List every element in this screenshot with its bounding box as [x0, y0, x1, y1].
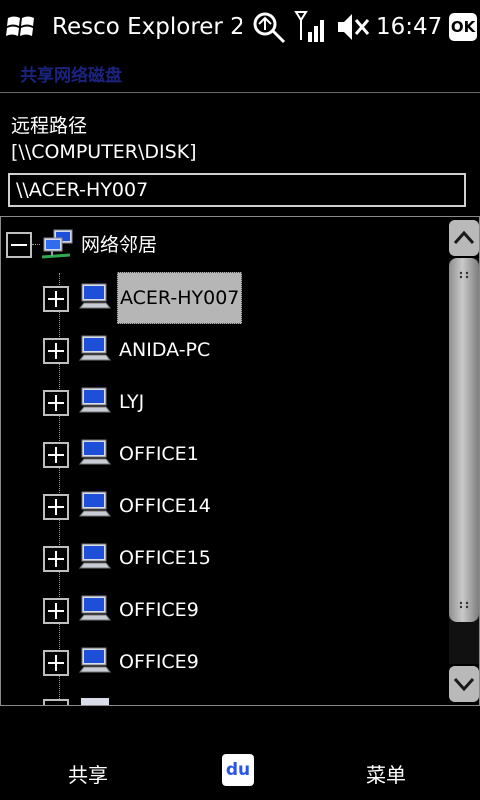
computer-icon: [78, 283, 112, 309]
tree-item-label: OFFICE14: [119, 495, 211, 517]
computer-icon: [78, 595, 112, 621]
expand-toggle[interactable]: [43, 286, 69, 312]
expand-toggle[interactable]: [43, 442, 69, 468]
computer-icon: [78, 439, 112, 465]
app-title: Resco Explorer 20: [52, 14, 242, 40]
expand-toggle[interactable]: [43, 546, 69, 572]
tree-item-label: ACER-HY007: [117, 272, 243, 324]
computer-icon: [78, 491, 112, 517]
tree-item-label: ANIDA-PC: [119, 339, 211, 361]
tree-item[interactable]: OFFICE15: [1, 532, 441, 584]
expand-toggle[interactable]: [43, 650, 69, 676]
expand-toggle[interactable]: [43, 699, 69, 705]
tree-item[interactable]: OFFICE14: [1, 480, 441, 532]
ok-button[interactable]: OK: [449, 13, 477, 41]
tree-item[interactable]: ACER-HY007: [1, 272, 441, 324]
softkey-bar: 共享 du 菜单: [0, 706, 480, 800]
expand-toggle[interactable]: [43, 338, 69, 364]
tree-item[interactable]: OFFICE9: [1, 636, 441, 688]
share-softkey[interactable]: 共享: [68, 760, 108, 790]
tree-item-label: OFFICE15: [119, 547, 211, 569]
tree-item-label: OFFICE1: [119, 443, 199, 465]
computer-icon: [78, 335, 112, 361]
scrollbar-thumb[interactable]: [449, 258, 479, 622]
path-format-hint: [\\COMPUTER\DISK]: [11, 141, 197, 163]
tree-item-label: OFFICE9: [119, 599, 199, 621]
expand-toggle[interactable]: [43, 598, 69, 624]
volume-muted-icon[interactable]: [336, 8, 370, 46]
windows-start-icon[interactable]: [6, 12, 36, 42]
remote-path-input[interactable]: [8, 173, 466, 207]
collapse-toggle[interactable]: [6, 232, 32, 258]
network-tree[interactable]: 网络邻居 ACER-HY007 ANIDA-PC LYJ OFFICE1 OFF…: [0, 216, 480, 706]
network-neighborhood-icon: [41, 229, 73, 259]
expand-toggle[interactable]: [43, 494, 69, 520]
scroll-up-button[interactable]: [449, 220, 479, 256]
computer-icon: [78, 543, 112, 569]
grip-icon: [459, 601, 469, 609]
tree-item-label: OFFICE9: [119, 651, 199, 673]
scroll-down-button[interactable]: [449, 666, 479, 702]
title-bar: Resco Explorer 20 16:47 OK: [0, 0, 480, 54]
tree-item[interactable]: ANIDA-PC: [1, 324, 441, 376]
signal-strength-icon[interactable]: [294, 8, 330, 46]
remote-path-label: 远程路径: [11, 115, 88, 137]
network-sync-icon[interactable]: [250, 8, 286, 46]
tree-item[interactable]: LYJ: [1, 376, 441, 428]
tree-item[interactable]: OFFICE1: [1, 428, 441, 480]
tree-root-network-neighborhood[interactable]: 网络邻居: [1, 217, 441, 273]
expand-toggle[interactable]: [43, 390, 69, 416]
tree-item-partial[interactable]: [1, 688, 441, 705]
computer-icon: [78, 387, 112, 413]
computer-icon: [81, 698, 109, 705]
computer-icon: [78, 647, 112, 673]
du-logo-icon: du: [222, 754, 254, 786]
grip-icon: [459, 271, 469, 279]
header-divider: [0, 92, 480, 93]
menu-softkey[interactable]: 菜单: [366, 760, 406, 790]
tree-item[interactable]: OFFICE9: [1, 584, 441, 636]
clock: 16:47: [376, 14, 443, 40]
tree-item-label: LYJ: [119, 391, 145, 413]
dialog-title: 共享网络磁盘: [20, 66, 122, 86]
tree-root-label: 网络邻居: [81, 234, 158, 256]
